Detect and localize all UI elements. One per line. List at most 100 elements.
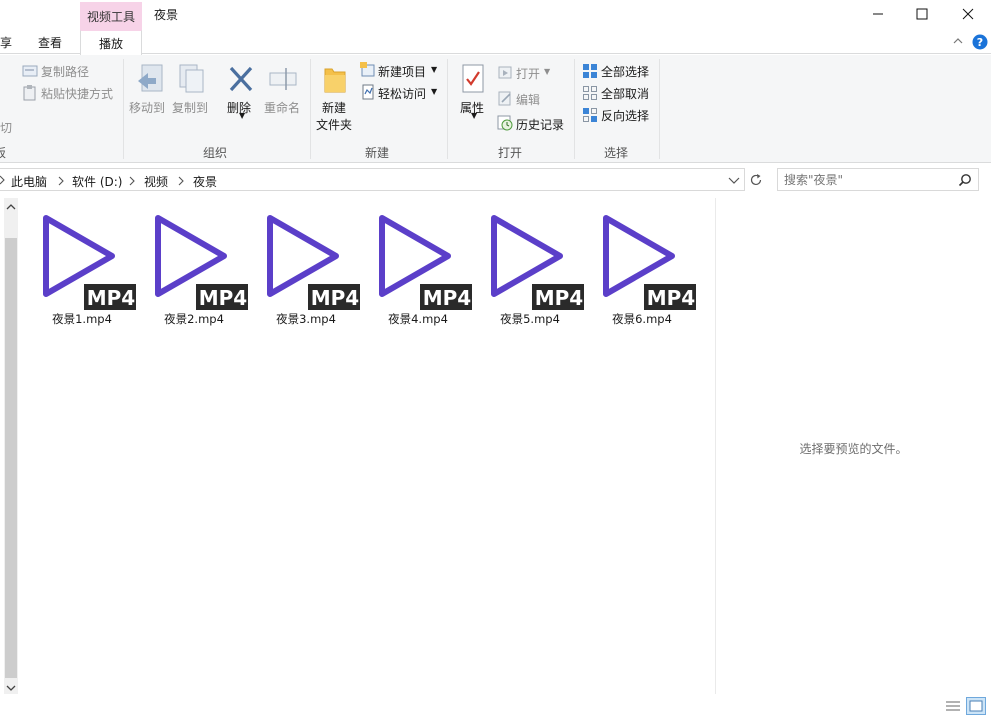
svg-text:?: ? [977,36,983,49]
rename-icon [269,68,297,90]
preview-empty-message: 选择要预览的文件。 [799,442,908,456]
rename-button[interactable]: 重命名 [264,99,300,116]
open-group-label: 打开 [497,146,522,160]
help-icon[interactable]: ? [972,34,988,50]
chevron-right-icon[interactable] [128,176,136,186]
scroll-down-icon[interactable] [6,684,16,692]
breadcrumb-videos[interactable]: 视频 [144,173,168,190]
mp4-file-icon: MP4 [43,215,138,310]
file-item[interactable]: MP4 夜景6.mp4 [588,206,698,326]
easy-access-button[interactable]: 轻松访问 [378,85,426,102]
open-icon [498,66,512,79]
cut-button[interactable]: 剪切 [0,119,12,136]
ribbon-tabs: 享 查看 播放 ? [0,30,991,55]
new-folder-icon [324,68,346,93]
refresh-icon[interactable] [749,173,763,187]
new-item-icon [360,62,375,77]
scroll-up-icon[interactable] [6,203,16,211]
collapse-ribbon-icon[interactable] [952,36,964,46]
move-to-icon [138,64,163,92]
invert-selection-button[interactable]: 反向选择 [601,107,649,124]
search-box[interactable] [777,168,979,191]
new-item-button[interactable]: 新建项目 [378,63,426,80]
minimize-button[interactable] [855,0,901,28]
easy-access-dropdown-icon[interactable]: ▼ [431,87,437,96]
ribbon: 复制路径 粘贴快捷方式 剪切 板 移动到 复制到 删除 ▼ 重命名 组织 新建 … [0,55,991,163]
large-icons-view-icon[interactable] [966,697,986,715]
address-bar[interactable]: 此电脑 软件 (D:) 视频 夜景 [0,168,745,191]
address-row: 此电脑 软件 (D:) 视频 夜景 [0,168,991,192]
tab-play[interactable]: 播放 [80,30,142,55]
paste-shortcut-icon [23,85,36,101]
file-name: 夜景4.mp4 [388,312,448,326]
window-title: 夜景 [154,8,179,22]
file-badge: MP4 [87,286,135,310]
group-separator [310,59,311,159]
file-item[interactable]: MP4 夜景4.mp4 [364,206,474,326]
new-item-dropdown-icon[interactable]: ▼ [431,65,437,74]
tab-share[interactable]: 享 [0,34,12,51]
open-button[interactable]: 打开 [516,65,540,82]
select-none-icon [583,86,597,100]
paste-shortcut-button[interactable]: 粘贴快捷方式 [41,85,113,102]
mp4-file-icon: MP4 [603,215,698,310]
search-input[interactable] [784,172,954,188]
delete-dropdown-icon[interactable]: ▼ [239,111,245,120]
status-bar [0,694,991,723]
select-group-label: 选择 [603,146,628,160]
select-all-button[interactable]: 全部选择 [601,63,649,80]
group-separator [447,59,448,159]
select-none-button[interactable]: 全部取消 [601,85,649,102]
breadcrumb-drive-d[interactable]: 软件 (D:) [72,173,122,190]
file-badge: MP4 [647,286,695,310]
close-button[interactable] [945,0,991,28]
group-separator [123,59,124,159]
copy-path-icon [22,65,38,77]
minimize-icon [873,13,883,15]
edit-button[interactable]: 编辑 [516,91,540,108]
organize-group-label: 组织 [202,146,227,160]
open-dropdown-icon[interactable]: ▼ [544,67,550,76]
history-button[interactable]: 历史记录 [516,116,564,133]
file-name: 夜景2.mp4 [164,312,224,326]
properties-icon [462,64,484,93]
search-icon[interactable] [958,173,972,187]
tab-play-label: 播放 [98,37,123,51]
chevron-right-icon[interactable] [57,176,65,186]
maximize-icon [916,8,928,20]
edit-icon [498,91,511,106]
new-folder-line2[interactable]: 文件夹 [316,116,352,133]
file-badge: MP4 [199,286,247,310]
select-all-icon [583,64,597,78]
chevron-right-icon[interactable] [177,176,185,186]
maximize-button[interactable] [899,0,945,28]
file-item[interactable]: MP4 夜景5.mp4 [476,206,586,326]
nav-scrollbar-thumb[interactable] [5,238,17,678]
mp4-file-icon: MP4 [379,215,474,310]
file-badge: MP4 [423,286,471,310]
clipboard-group-label: 板 [0,144,12,161]
move-to-button[interactable]: 移动到 [129,99,165,116]
file-item[interactable]: MP4 夜景2.mp4 [140,206,250,326]
context-tab-label: 视频工具 [86,10,135,24]
details-view-icon[interactable] [943,697,963,715]
group-separator [574,59,575,159]
delete-icon [229,66,253,92]
tab-view[interactable]: 查看 [38,34,62,51]
mp4-file-icon: MP4 [267,215,362,310]
copy-to-button[interactable]: 复制到 [172,99,208,116]
copy-path-button[interactable]: 复制路径 [41,63,89,80]
file-name: 夜景1.mp4 [52,312,112,326]
breadcrumb-this-pc[interactable]: 此电脑 [11,173,47,190]
new-folder-line1[interactable]: 新建 [322,99,346,116]
new-group-label: 新建 [364,146,389,160]
file-item[interactable]: MP4 夜景1.mp4 [28,206,138,326]
chevron-down-icon[interactable] [728,176,740,185]
context-tab-video-tools: 视频工具 [80,2,142,30]
copy-to-icon [179,64,204,93]
file-badge: MP4 [535,286,583,310]
properties-dropdown-icon[interactable]: ▼ [471,111,477,120]
easy-access-icon [362,84,374,100]
file-item[interactable]: MP4 夜景3.mp4 [252,206,362,326]
breadcrumb-night-scene[interactable]: 夜景 [193,173,217,190]
